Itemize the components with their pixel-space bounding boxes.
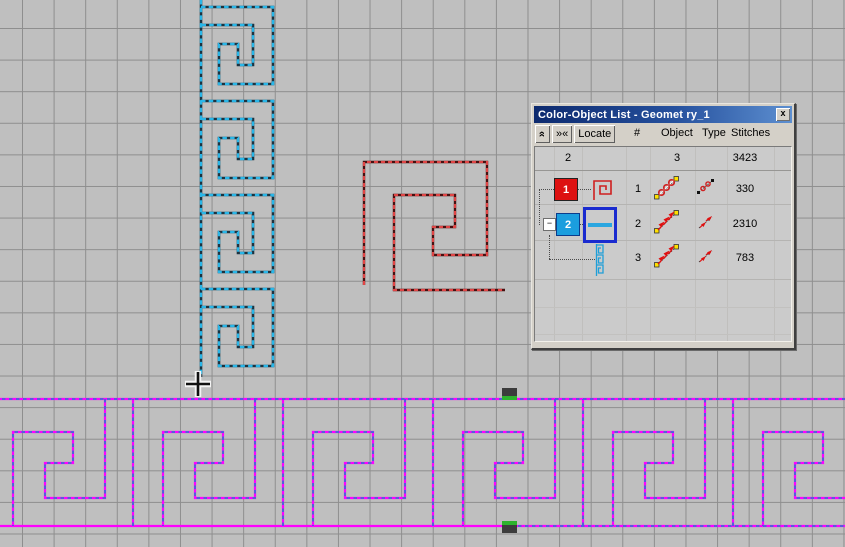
grid-line [695, 147, 696, 341]
handle-knob [502, 525, 517, 533]
border-meander-object[interactable] [0, 399, 845, 526]
chevrons-up-icon: » [537, 131, 549, 137]
run-stitch-object-icon [653, 175, 680, 201]
row-separator [535, 204, 791, 205]
red-meander-object[interactable] [364, 162, 505, 290]
locate-button[interactable]: Locate [574, 125, 615, 143]
crosshair-cursor [185, 371, 211, 397]
collapse-expander[interactable]: − [543, 218, 556, 231]
preview-line [588, 223, 612, 227]
grid-line [774, 147, 775, 341]
object-list-table: 2 3 3423 1 1 [534, 146, 792, 342]
border-meander-outline [0, 399, 845, 526]
tree-line [549, 235, 550, 259]
column-header-type: Type [702, 127, 726, 139]
grid-line [626, 147, 627, 341]
tree-line [549, 259, 595, 260]
object-number: 2 [626, 218, 650, 230]
object-stitches: 330 [721, 183, 769, 195]
grid-line [554, 147, 555, 341]
tree-line [539, 189, 540, 225]
motif-run-object-icon [653, 243, 680, 269]
column-header-number: # [634, 127, 640, 139]
color-object-list-window: Color-Object List - Geomet ry_1 x » »« L… [531, 103, 796, 350]
selected-object-preview-icon [583, 207, 617, 243]
color-swatch-label: 2 [565, 219, 571, 231]
locate-button-label: Locate [578, 128, 611, 140]
window-title: Color-Object List - Geomet ry_1 [538, 109, 776, 121]
handle-green-bar [502, 396, 517, 400]
grid-line [727, 147, 728, 341]
row-separator [535, 240, 791, 241]
cyan-vertical-meander-icon [595, 244, 605, 276]
border-meander-selection-dashes [0, 399, 845, 526]
empty-row-line [535, 334, 791, 335]
window-titlebar[interactable]: Color-Object List - Geomet ry_1 x [534, 106, 792, 123]
object-stitches: 2310 [721, 218, 769, 230]
vertical-meander-base [201, 0, 273, 377]
object-number: 1 [626, 183, 650, 195]
motif-run-type-icon [696, 248, 715, 265]
handle-knob [502, 388, 517, 396]
red-meander-preview-icon [590, 177, 616, 202]
object-number: 3 [626, 252, 650, 264]
grid-line [650, 147, 651, 341]
color-swatch-1[interactable]: 1 [554, 178, 578, 201]
summary-stitch-total: 3423 [721, 152, 769, 164]
vertical-meander-object[interactable] [201, 0, 273, 377]
motif-run-type-icon [696, 214, 715, 231]
grid-line [582, 147, 583, 341]
row-separator [535, 279, 791, 280]
minus-icon: − [547, 218, 552, 228]
summary-object-count: 3 [663, 152, 691, 164]
color-swatch-label: 1 [563, 184, 569, 196]
run-stitch-type-icon [696, 178, 715, 195]
close-icon[interactable]: x [776, 108, 790, 121]
column-header-stitches: Stitches [731, 127, 770, 139]
red-meander-stitches [364, 162, 505, 290]
collapse-all-button[interactable]: » [535, 125, 550, 143]
color-swatch-2[interactable]: 2 [556, 213, 580, 236]
empty-row-line [535, 307, 791, 308]
collapse-expand-button[interactable]: »« [552, 125, 572, 143]
chevrons-inward-icon: »« [556, 128, 568, 140]
window-toolbar: » »« Locate # Object Type Stitches [534, 123, 792, 145]
object-stitches: 783 [721, 252, 769, 264]
motif-run-object-icon [653, 209, 680, 235]
tree-line [539, 189, 554, 190]
summary-color-count: 2 [554, 152, 582, 164]
column-header-object: Object [661, 127, 693, 139]
row-separator [535, 170, 791, 171]
